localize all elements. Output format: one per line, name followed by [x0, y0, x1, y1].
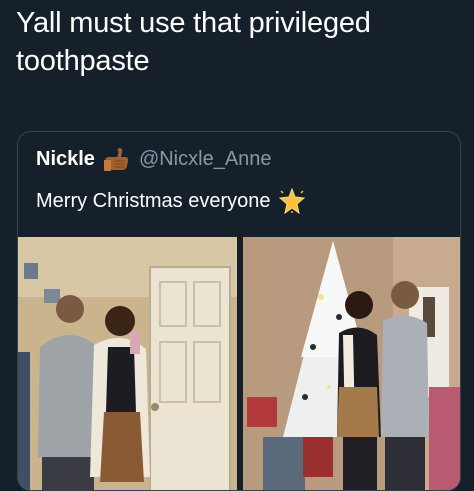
bathroom-photo[interactable] [18, 237, 237, 490]
quoted-tweet-card[interactable]: Nickle @Nicxle_Anne Merry Christmas ever… [17, 131, 461, 491]
quoted-author-handle[interactable]: @Nicxle_Anne [139, 146, 272, 172]
quoted-tweet-text-row: Merry Christmas everyone [36, 187, 305, 215]
tweet-text: Yall must use that privileged toothpaste [16, 7, 371, 77]
quoted-tweet-text: Merry Christmas everyone [36, 190, 271, 212]
quoted-tweet-header: Nickle @Nicxle_Anne [36, 146, 272, 172]
quoted-author-name[interactable]: Nickle [36, 146, 95, 172]
christmas-tree-photo[interactable] [243, 237, 460, 490]
pinching-hand-icon [101, 146, 131, 172]
glowing-star-icon [278, 187, 305, 215]
